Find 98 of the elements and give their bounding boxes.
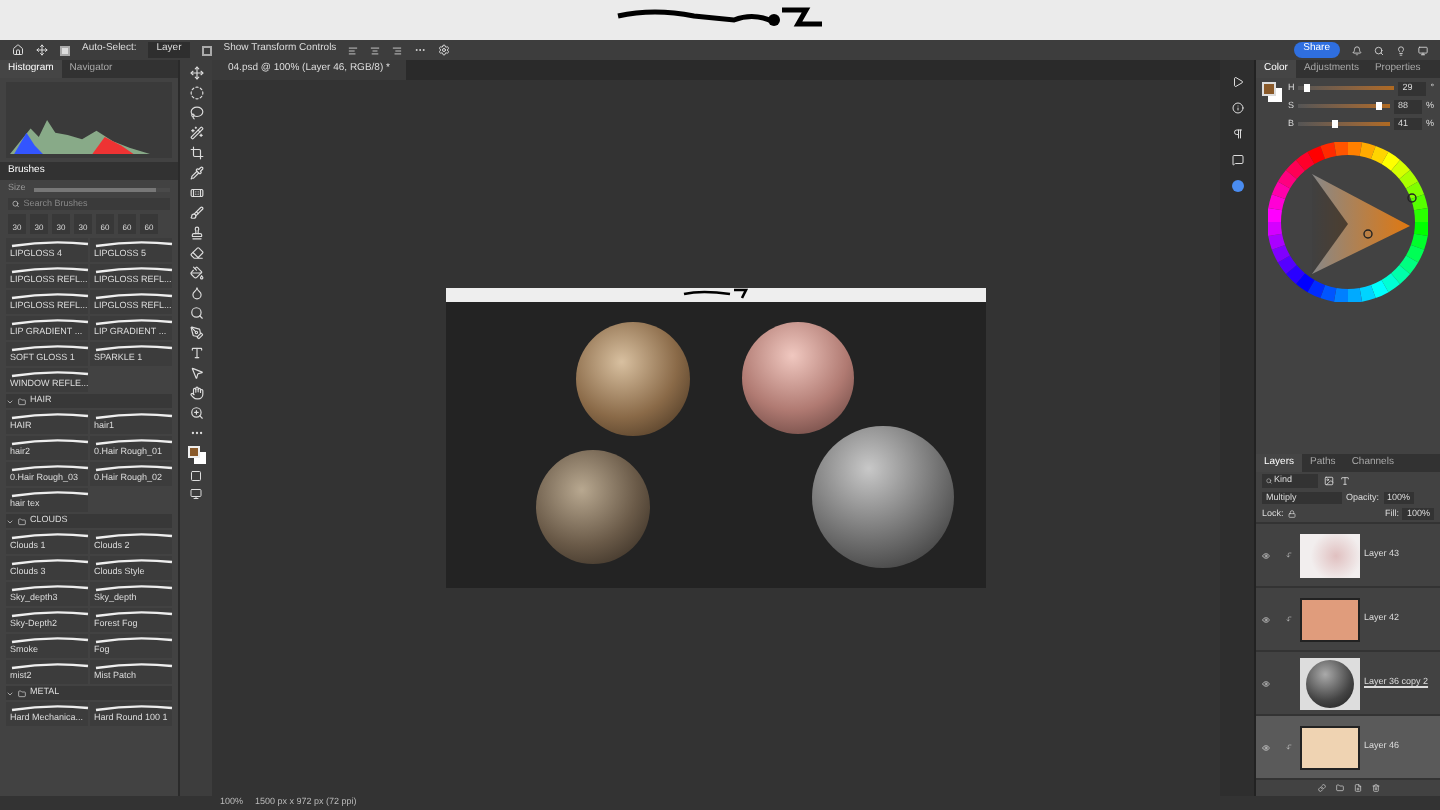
brush-stroke-icon (94, 412, 174, 421)
home-icon[interactable] (12, 44, 24, 56)
folder-icon (18, 689, 26, 697)
folder-icon[interactable] (1335, 784, 1343, 792)
type-filter-icon[interactable] (1340, 476, 1350, 486)
brush-stroke-icon (10, 490, 90, 499)
brush-stroke-icon (94, 266, 174, 275)
tool-icon[interactable] (189, 426, 203, 440)
layer-thumbnail (1300, 533, 1360, 577)
tool-icon[interactable] (189, 326, 203, 340)
play-icon[interactable] (1231, 76, 1243, 88)
brush-stroke-icon (10, 266, 90, 275)
brush-stroke-icon (10, 704, 90, 713)
folder-icon (18, 397, 26, 405)
move-icon[interactable] (36, 44, 48, 56)
brush-stroke-icon (10, 344, 90, 353)
screen-mode-icon[interactable] (190, 488, 202, 500)
brush-stroke-icon (10, 662, 90, 671)
brushstroke-logo-drawing (682, 288, 750, 300)
brush-stroke-icon (10, 636, 90, 645)
brush-stroke-icon (94, 438, 174, 447)
settings-icon[interactable] (438, 44, 451, 56)
tool-icon[interactable] (189, 366, 203, 380)
tool-icon[interactable] (189, 166, 203, 180)
slider-track[interactable] (1298, 121, 1390, 126)
tool-icon[interactable] (189, 286, 203, 300)
brush-stroke-icon (94, 532, 174, 541)
search-icon (1266, 478, 1272, 484)
search-icon (12, 200, 20, 208)
mask-icon[interactable] (190, 470, 202, 482)
brush-stroke-icon (10, 292, 90, 301)
color-swatches-icon[interactable] (187, 446, 205, 464)
bell-icon[interactable] (1352, 45, 1362, 55)
tool-icon[interactable] (189, 246, 203, 260)
tool-icon[interactable] (189, 86, 203, 100)
tool-icon[interactable] (189, 126, 203, 140)
brush-stroke-icon (10, 532, 90, 541)
brush-stroke-icon (94, 240, 174, 249)
brush-stroke-icon (10, 370, 90, 379)
tool-icon[interactable] (189, 386, 203, 400)
paragraph-icon[interactable] (1231, 128, 1243, 140)
brush-stroke-icon (10, 240, 90, 249)
search-icon[interactable] (1374, 45, 1384, 55)
eye-icon[interactable] (1262, 615, 1270, 623)
tool-icon[interactable] (189, 66, 203, 80)
tool-icon[interactable] (189, 266, 203, 280)
tool-icon[interactable] (189, 106, 203, 120)
eye-icon[interactable] (1262, 743, 1270, 751)
tool-icon[interactable] (189, 406, 203, 420)
eye-icon[interactable] (1262, 551, 1270, 559)
info-icon[interactable] (1231, 102, 1243, 114)
tool-icon[interactable] (189, 186, 203, 200)
trash-icon[interactable] (1371, 784, 1379, 792)
brush-stroke-icon (94, 344, 174, 353)
tool-icon[interactable] (189, 346, 203, 360)
slider-track[interactable] (1298, 104, 1390, 109)
align-icon[interactable] (370, 45, 381, 55)
learn-icon[interactable] (1231, 180, 1243, 192)
brush-stroke-icon (94, 584, 174, 593)
brush-stroke-icon (94, 318, 174, 327)
window-icon[interactable] (1418, 45, 1428, 55)
link-icon[interactable] (1317, 784, 1325, 792)
brush-stroke-icon (10, 464, 90, 473)
slider-thumb[interactable] (1332, 119, 1339, 128)
slider-track[interactable] (1298, 86, 1395, 91)
new-layer-icon[interactable] (1353, 784, 1361, 792)
brush-stroke-icon (94, 662, 174, 671)
brush-stroke-icon (94, 292, 174, 301)
brush-stroke-icon (94, 704, 174, 713)
brush-stroke-icon (94, 558, 174, 567)
brush-stroke-icon (94, 636, 174, 645)
slider-thumb[interactable] (1375, 102, 1382, 111)
layer-thumbnail (1300, 657, 1360, 709)
brush-stroke-icon (10, 610, 90, 619)
histogram-drawing (10, 118, 150, 154)
tool-icon[interactable] (189, 306, 203, 320)
tool-icon[interactable] (189, 226, 203, 240)
tool-icon[interactable] (189, 146, 203, 160)
brush-stroke-icon (10, 438, 90, 447)
checkbox[interactable] (201, 45, 212, 55)
brush-stroke-icon (10, 318, 90, 327)
color-swatches-icon[interactable] (1262, 82, 1282, 102)
checkbox[interactable] (60, 45, 70, 55)
slider-thumb[interactable] (1303, 84, 1310, 93)
tool-icon[interactable] (189, 206, 203, 220)
brush-stroke-icon (10, 584, 90, 593)
comment-icon[interactable] (1231, 154, 1243, 166)
eye-icon[interactable] (1262, 679, 1270, 687)
align-icon[interactable] (348, 45, 359, 55)
brush-stroke-icon (94, 464, 174, 473)
bulb-icon[interactable] (1396, 45, 1406, 55)
image-filter-icon[interactable] (1324, 476, 1334, 486)
align-icon[interactable] (392, 45, 403, 55)
brush-stroke-icon (10, 558, 90, 567)
brush-stroke-icon (94, 610, 174, 619)
lock-icon[interactable] (1287, 510, 1296, 518)
brush-stroke-icon (10, 412, 90, 421)
folder-icon (18, 517, 26, 525)
